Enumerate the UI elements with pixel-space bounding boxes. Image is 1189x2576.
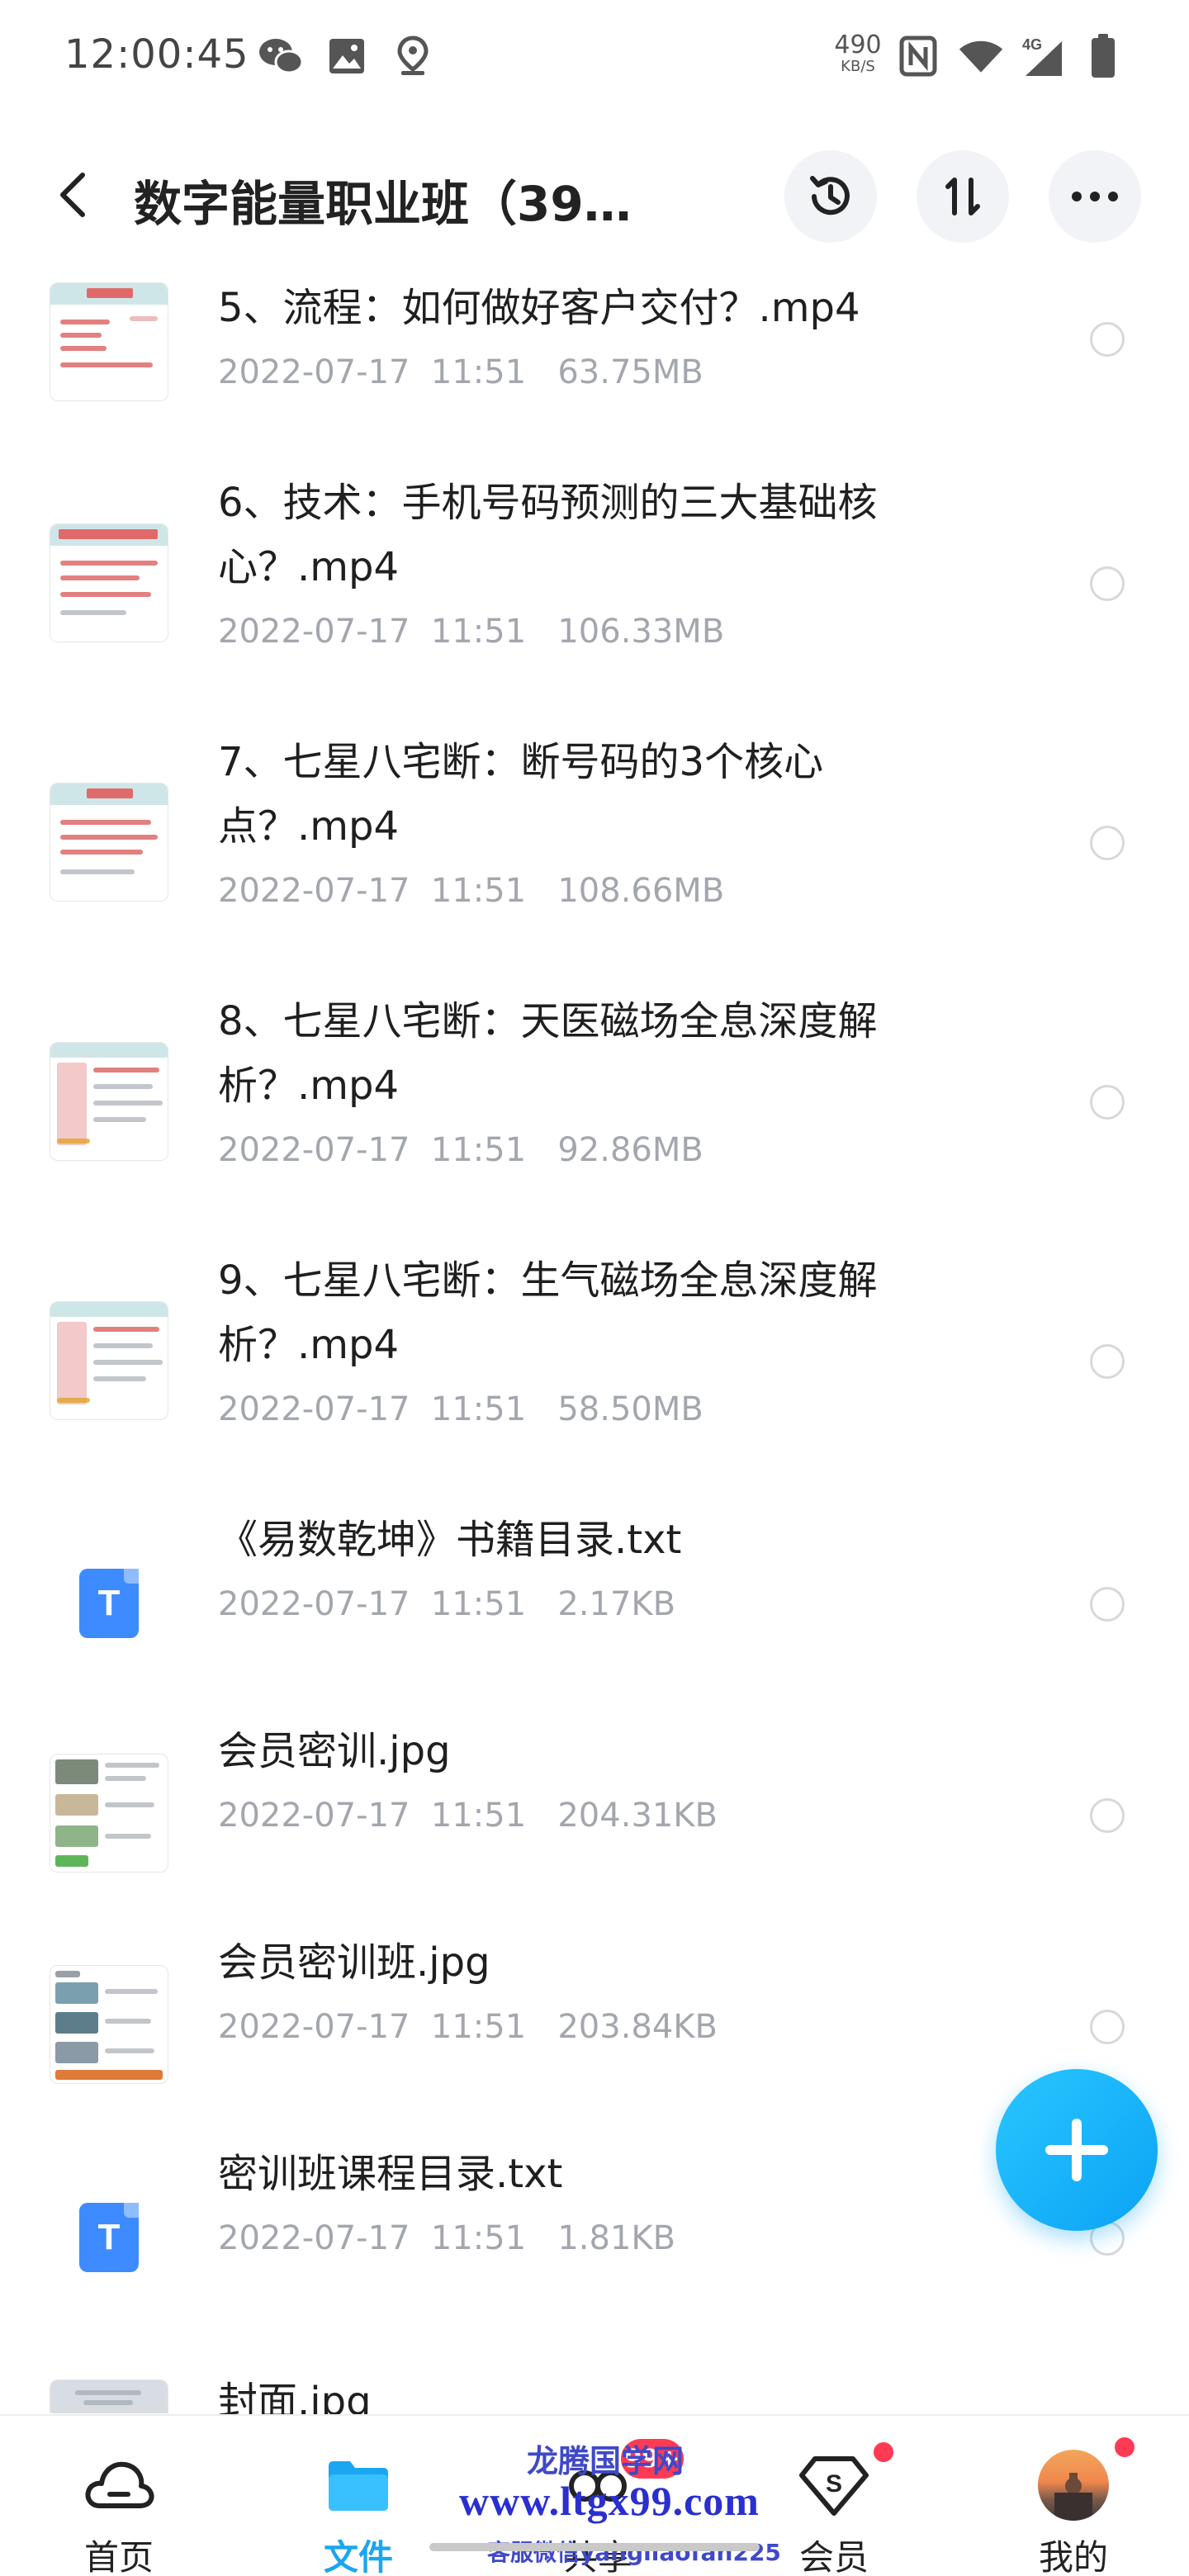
file-row[interactable]: 会员密训.jpg 2022-07-17 11:51 204.31KB [0,1719,1189,1901]
location-icon [390,33,436,79]
select-checkbox[interactable] [1090,1344,1125,1379]
more-icon [1072,192,1118,201]
video-thumbnail [50,783,168,902]
file-row[interactable]: 6、技术：手机号码预测的三大基础核心？.mp4 2022-07-17 11:51… [0,471,1189,685]
vip-diamond-icon: S [797,2452,871,2518]
watermark-line1: 龙腾国学网 [527,2442,685,2479]
svg-text:4G: 4G [1022,36,1042,53]
4g-signal-icon: 4G [1019,33,1065,79]
file-name: 封面.jpg [218,2379,372,2414]
net-speed: 490 KB/S [834,31,882,75]
nav-vip[interactable]: S 会员 [760,2416,908,2576]
wechat-icon [258,33,304,79]
plus-icon [1045,2119,1108,2181]
file-meta: 2022-07-17 11:51 92.86MB [218,1131,703,1169]
file-meta: 2022-07-17 11:51 204.31KB [218,1797,718,1835]
file-row[interactable]: 8、七星八宅断：天医磁场全息深度解析？.mp4 2022-07-17 11:51… [0,989,1189,1204]
file-row[interactable]: 7、七星八宅断：断号码的3个核心点？.mp4 2022-07-17 11:51 … [0,730,1189,945]
page-title: 数字能量职业班（39节... [134,176,679,232]
image-icon [324,33,370,79]
file-name: 7、七星八宅断：断号码的3个核心点？.mp4 [218,739,824,850]
nav-files[interactable]: 文件 [284,2416,433,2576]
battery-icon [1080,33,1126,79]
select-checkbox[interactable] [1090,1085,1125,1120]
file-name: 8、七星八宅断：天医磁场全息深度解析？.mp4 [218,998,878,1109]
video-thumbnail [50,1042,168,1161]
select-checkbox[interactable] [1090,322,1125,357]
nfc-icon [895,33,941,79]
back-button[interactable] [48,162,97,228]
file-name: 5、流程：如何做好客户交付？.mp4 [218,285,860,331]
folder-icon [321,2452,396,2518]
nav-mine[interactable]: 我的 [999,2416,1148,2576]
file-meta: 2022-07-17 11:51 63.75MB [218,353,703,391]
select-checkbox[interactable] [1090,1587,1125,1622]
file-meta: 2022-07-17 11:51 2.17KB [218,1585,676,1623]
more-button[interactable] [1049,150,1141,243]
mine-dot [1115,2437,1135,2457]
file-list: 5、流程：如何做好客户交付？.mp4 2022-07-17 11:51 63.7… [0,264,1189,2414]
file-row[interactable]: 封面.jpg [0,2353,1189,2414]
image-thumbnail [50,1754,168,1873]
file-name: 6、技术：手机号码预测的三大基础核心？.mp4 [218,480,878,590]
file-row[interactable]: 5、流程：如何做好客户交付？.mp4 2022-07-17 11:51 63.7… [0,264,1189,413]
txt-file-icon: T [79,2203,139,2272]
file-meta: 2022-07-17 11:51 1.81KB [218,2219,676,2257]
file-name: 《易数乾坤》书籍目录.txt [218,1517,682,1563]
wifi-icon [958,33,1004,79]
select-checkbox[interactable] [1090,826,1125,860]
header: 数字能量职业班（39节... [0,132,1189,264]
video-thumbnail [50,282,168,401]
watermark-line3: 客服微信yangliaofan225 [487,2539,781,2566]
file-row[interactable]: T 《易数乾坤》书籍目录.txt 2022-07-17 11:51 2.17KB [0,1508,1189,1673]
video-thumbnail [50,523,168,642]
file-name: 会员密训.jpg [218,1728,451,1774]
svg-text:S: S [826,2470,842,2498]
txt-file-icon: T [79,1569,139,1638]
nav-home[interactable]: 首页 [45,2416,193,2576]
history-button[interactable] [784,150,877,243]
select-checkbox[interactable] [1090,1798,1125,1833]
file-name: 会员密训班.jpg [218,1939,490,1986]
cloud-home-icon [82,2452,156,2518]
file-row[interactable]: 会员密训班.jpg 2022-07-17 11:51 203.84KB [0,1930,1189,2112]
sort-button[interactable] [917,150,1009,243]
image-thumbnail [50,1965,168,2084]
home-indicator [429,2543,760,2551]
file-meta: 2022-07-17 11:51 108.66MB [218,872,725,910]
sort-icon [945,178,980,215]
image-thumbnail [50,2379,168,2414]
vip-dot [874,2442,893,2462]
watermark-line2: www.ltgx99.com [459,2478,760,2524]
file-row[interactable]: 9、七星八宅断：生气磁场全息深度解析？.mp4 2022-07-17 11:51… [0,1248,1189,1463]
video-thumbnail [50,1301,168,1420]
file-name: 9、七星八宅断：生气磁场全息深度解析？.mp4 [218,1257,878,1368]
status-bar: 12:00:45 490 KB/S 4G [0,0,1189,116]
status-time: 12:00:45 [64,31,249,78]
select-checkbox[interactable] [1090,566,1125,601]
history-icon [810,176,850,215]
file-meta: 2022-07-17 11:51 203.84KB [218,2008,718,2046]
back-arrow-icon [60,173,85,217]
file-meta: 2022-07-17 11:51 58.50MB [218,1390,703,1428]
avatar-icon [1036,2450,1111,2521]
file-name: 密训班课程目录.txt [218,2151,563,2197]
file-meta: 2022-07-17 11:51 106.33MB [218,613,725,651]
select-checkbox[interactable] [1090,2010,1125,2044]
add-fab-button[interactable] [996,2069,1158,2231]
